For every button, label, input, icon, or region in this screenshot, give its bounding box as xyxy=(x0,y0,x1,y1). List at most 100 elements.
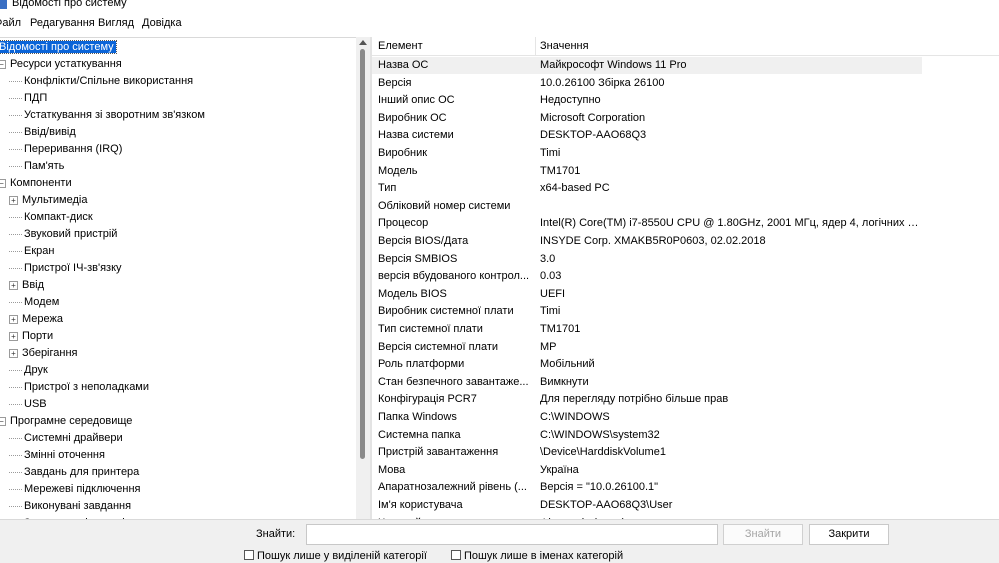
tree-subcategory[interactable]: + Ввід xyxy=(9,277,46,294)
find-button[interactable]: Знайти xyxy=(723,524,803,545)
details-row[interactable]: Пристрій завантаження \Device\HarddiskVol… xyxy=(372,444,922,461)
tree-connector xyxy=(9,80,22,82)
tree-node-label: Відомості про систему xyxy=(0,40,117,54)
details-row[interactable]: Стан безпечного завантаже... Вимкнути xyxy=(372,374,922,391)
details-row[interactable]: Мова Україна xyxy=(372,462,922,479)
details-cell-value: DESKTOP-AAO68Q3 xyxy=(540,129,647,142)
details-cell-value: Вимкнути xyxy=(540,375,589,388)
checkbox-search-selected-category[interactable]: Пошук лише у виділеній категорії xyxy=(244,550,427,562)
tree-subcategory[interactable]: Пристрої з неполадками xyxy=(9,379,151,396)
tree-category[interactable]: −Ресурси устаткування xyxy=(0,56,124,73)
tree-category[interactable]: −Компоненти xyxy=(0,175,74,192)
checkbox-search-category-names[interactable]: Пошук лише в іменах категорій xyxy=(451,550,623,562)
collapse-minus-icon[interactable]: − xyxy=(0,178,6,188)
column-header-value[interactable]: Значення xyxy=(540,40,589,52)
details-row[interactable]: Версія системної плати MP xyxy=(372,339,922,356)
details-row[interactable]: Виробник Timi xyxy=(372,145,922,162)
checkbox-label: Пошук лише в іменах категорій xyxy=(464,550,624,562)
column-separator[interactable] xyxy=(535,37,536,56)
tree-subcategory[interactable]: Компакт-диск xyxy=(9,209,95,226)
tree-subcategory[interactable]: Модем xyxy=(9,294,61,311)
tree-node-label: Переривання (IRQ) xyxy=(24,143,123,155)
tree-subcategory[interactable]: Завдань для принтера xyxy=(9,464,141,481)
category-tree[interactable]: Відомості про систему −Ресурси устаткуван… xyxy=(0,37,370,519)
tree-connector xyxy=(9,403,22,405)
details-list[interactable]: Елемент Значення Назва ОС Майкрософт Wind… xyxy=(372,37,999,519)
checkbox-box[interactable] xyxy=(244,550,254,560)
tree-connector xyxy=(9,369,22,371)
tree-node-label: Мережа xyxy=(22,313,63,325)
collapse-minus-icon[interactable]: − xyxy=(0,59,6,69)
details-row[interactable]: Апаратнозалежний рівень (... Версія = "10… xyxy=(372,479,922,496)
tree-subcategory[interactable]: Змінні оточення xyxy=(9,447,107,464)
details-cell-item: Папка Windows xyxy=(378,411,457,423)
collapse-minus-icon[interactable]: − xyxy=(0,416,6,426)
details-row[interactable]: Роль платформи Мобільний xyxy=(372,356,922,373)
expand-plus-icon[interactable]: + xyxy=(9,331,18,341)
details-cell-item: Виробник xyxy=(378,147,428,159)
details-row[interactable]: Тип x64-based PC xyxy=(372,180,922,197)
tree-node-label: Звуковий пристрій xyxy=(24,228,118,240)
details-row[interactable]: Версія BIOS/Дата INSYDE Corp. XMAKB5R0P06… xyxy=(372,233,922,250)
tree-subcategory[interactable]: USB xyxy=(9,396,49,413)
tree-subcategory[interactable]: Устаткування зі зворотним зв'язком xyxy=(9,107,207,124)
tree-subcategory[interactable]: Друк xyxy=(9,362,50,379)
tree-node-label: Пристрої ІЧ-зв'язку xyxy=(24,262,122,274)
tree-subcategory[interactable]: Системні драйвери xyxy=(9,430,125,447)
details-cell-value: Україна xyxy=(540,463,579,476)
tree-subcategory[interactable]: Екран xyxy=(9,243,56,260)
checkbox-box[interactable] xyxy=(451,550,461,560)
tree-subcategory[interactable]: Звуковий пристрій xyxy=(9,226,119,243)
tree-subcategory[interactable]: + Зберігання xyxy=(9,345,80,362)
tree-subcategory[interactable]: Пам'ять xyxy=(9,158,66,175)
find-input[interactable] xyxy=(306,524,718,545)
details-row[interactable]: Виробник системної плати Timi xyxy=(372,303,922,320)
details-row[interactable]: Тип системної плати TM1701 xyxy=(372,321,922,338)
menu-view[interactable]: Вигляд xyxy=(98,17,134,29)
details-row[interactable]: Ім'я користувача DESKTOP-AAO68Q3\User xyxy=(372,497,922,514)
details-cell-value: C:\WINDOWS\system32 xyxy=(540,428,660,441)
tree-scrollbar[interactable] xyxy=(356,37,370,519)
details-row[interactable]: Назва ОС Майкрософт Windows 11 Pro xyxy=(372,57,922,74)
expand-plus-icon[interactable]: + xyxy=(9,314,18,324)
scroll-up-arrow-icon[interactable] xyxy=(359,40,367,45)
expand-plus-icon[interactable]: + xyxy=(9,195,18,205)
tree-category[interactable]: −Програмне середовище xyxy=(0,413,134,430)
tree-subcategory[interactable]: Виконувані завдання xyxy=(9,498,133,515)
tree-connector xyxy=(9,233,22,235)
expand-plus-icon[interactable]: + xyxy=(9,348,18,358)
menu-help[interactable]: Довідка xyxy=(142,17,182,29)
tree-subcategory[interactable]: + Мережа xyxy=(9,311,65,328)
details-row[interactable]: Модель TM1701 xyxy=(372,163,922,180)
close-button[interactable]: Закрити xyxy=(809,524,889,545)
tree-subcategory[interactable]: Конфлікти/Спільне використання xyxy=(9,73,195,90)
tree-subcategory[interactable]: Переривання (IRQ) xyxy=(9,141,124,158)
tree-subcategory[interactable]: Мережеві підключення xyxy=(9,481,142,498)
details-row[interactable]: Виробник ОС Microsoft Corporation xyxy=(372,110,922,127)
scrollbar-thumb[interactable] xyxy=(360,49,365,459)
tree-subcategory[interactable]: + Мультимедіа xyxy=(9,192,89,209)
details-row[interactable]: версія вбудованого контрол... 0.03 xyxy=(372,268,922,285)
tree-subcategory[interactable]: Ввід/вивід xyxy=(9,124,78,141)
details-row[interactable]: Папка Windows C:\WINDOWS xyxy=(372,409,922,426)
details-row[interactable]: Версія 10.0.26100 Збірка 26100 xyxy=(372,75,922,92)
tree-subcategory[interactable]: Пристрої ІЧ-зв'язку xyxy=(9,260,124,277)
details-row[interactable]: Назва системи DESKTOP-AAO68Q3 xyxy=(372,127,922,144)
expand-plus-icon[interactable]: + xyxy=(9,280,18,290)
tree-subcategory[interactable]: + Порти xyxy=(9,328,55,345)
details-row[interactable]: Системна папка C:\WINDOWS\system32 xyxy=(372,427,922,444)
tree-node-label: Завдань для принтера xyxy=(24,466,140,478)
menu-file[interactable]: Файл xyxy=(0,17,21,29)
details-row[interactable]: Інший опис ОС Недоступно xyxy=(372,92,922,109)
details-cell-value: 0.03 xyxy=(540,270,562,283)
tree-subcategory[interactable]: ПДП xyxy=(9,90,49,107)
window-title: Відомості про систему xyxy=(12,0,127,9)
column-header-item[interactable]: Елемент xyxy=(378,40,423,52)
menu-edit[interactable]: Редагування xyxy=(30,17,95,29)
details-row[interactable]: Конфігурація PCR7 Для перегляду потрібно … xyxy=(372,391,922,408)
tree-category[interactable]: Відомості про систему xyxy=(0,39,117,56)
details-row[interactable]: Обліковий номер системи xyxy=(372,198,922,215)
details-row[interactable]: Модель BIOS UEFI xyxy=(372,286,922,303)
details-row[interactable]: Версія SMBIOS 3.0 xyxy=(372,251,922,268)
details-row[interactable]: Процесор Intel(R) Core(TM) i7-8550U CPU @… xyxy=(372,215,922,232)
